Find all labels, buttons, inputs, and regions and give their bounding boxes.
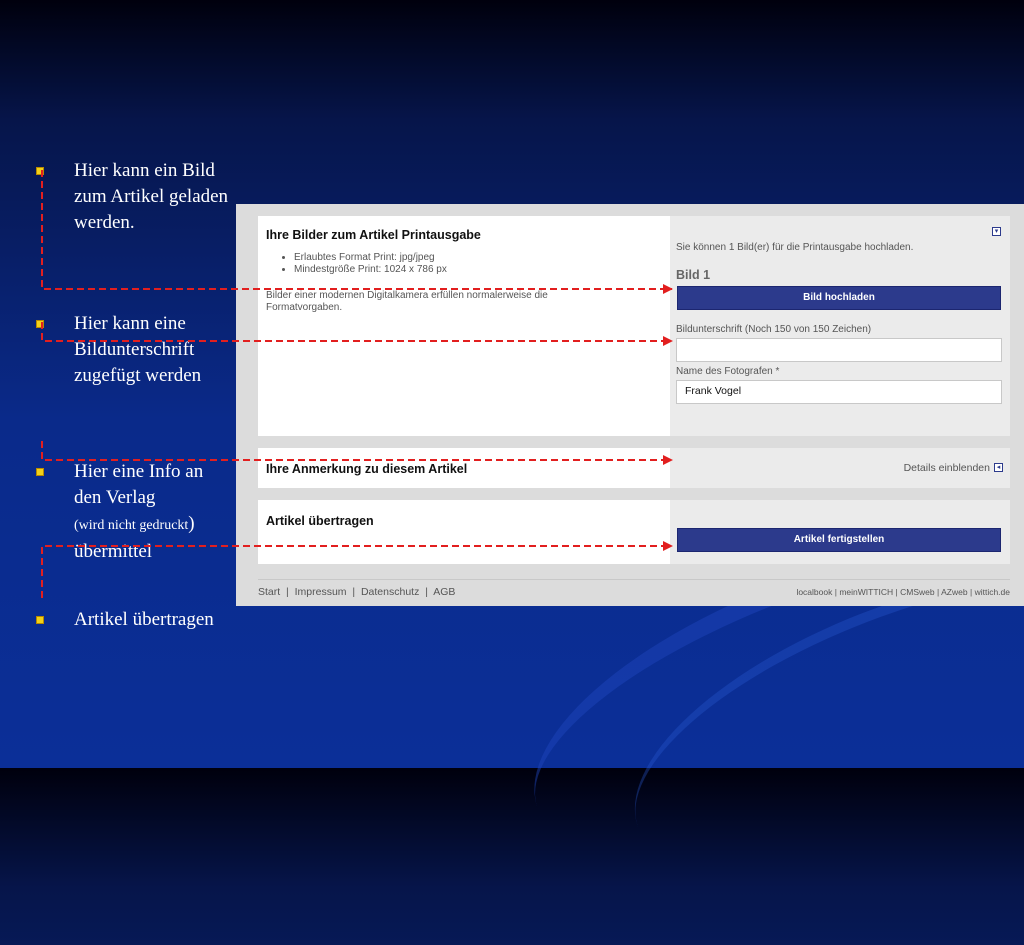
arrow-to-note — [41, 441, 673, 465]
arrow-to-caption — [41, 322, 673, 346]
annotation-arrows — [41, 170, 673, 598]
arrow-to-submit — [41, 541, 673, 598]
arrow-to-upload — [41, 170, 673, 294]
